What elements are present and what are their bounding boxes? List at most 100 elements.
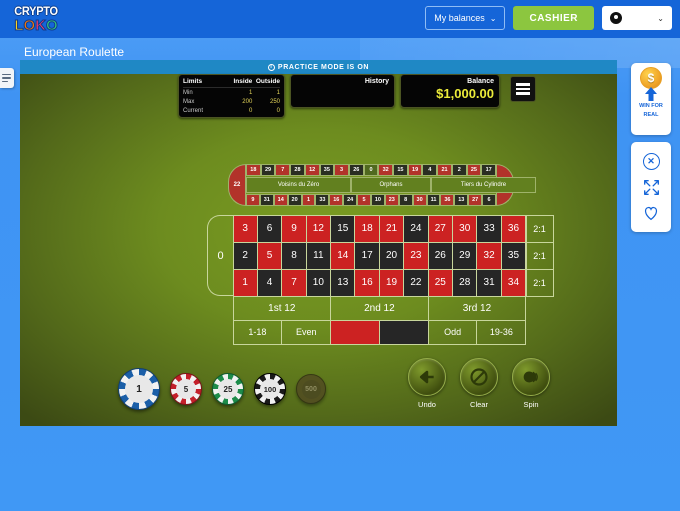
column-bet-3[interactable]: 2:1 — [525, 268, 554, 297]
racetrack-cell-25[interactable]: 25 — [466, 164, 482, 176]
cashier-button[interactable]: CASHIER — [513, 6, 594, 30]
racetrack-cell-b-16[interactable]: 16 — [329, 194, 344, 206]
bet-cell-1[interactable]: 1 — [232, 268, 258, 297]
bet-cell-22[interactable]: 22 — [403, 268, 429, 297]
dozen-bet-1[interactable]: 1st 12 — [232, 295, 332, 321]
clear-action[interactable]: Clear — [460, 358, 498, 409]
chip-value-1[interactable]: 1 — [118, 368, 160, 410]
undo-button[interactable] — [408, 358, 446, 396]
racetrack-cell-b-24[interactable]: 24 — [343, 194, 358, 206]
racetrack-cell-b-6[interactable]: 6 — [482, 194, 496, 206]
outside-bet-black[interactable] — [378, 319, 429, 345]
history-panel[interactable]: History — [290, 74, 395, 108]
bet-cell-9[interactable]: 9 — [281, 214, 307, 243]
favorite-button[interactable] — [641, 203, 661, 223]
clear-button[interactable] — [460, 358, 498, 396]
outside-bet-19-36[interactable]: 19-36 — [476, 319, 527, 345]
fullscreen-button[interactable] — [641, 177, 661, 197]
bet-cell-19[interactable]: 19 — [378, 268, 405, 297]
bet-cell-4[interactable]: 4 — [256, 268, 283, 297]
bet-cell-16[interactable]: 16 — [354, 268, 380, 297]
bet-cell-33[interactable]: 33 — [476, 214, 502, 243]
spin-button[interactable] — [512, 358, 550, 396]
chip-value-25[interactable]: 25 — [212, 373, 244, 405]
outside-bet-even[interactable]: Even — [281, 319, 332, 345]
racetrack-cell-12[interactable]: 12 — [304, 164, 320, 176]
racetrack-cell-b-9[interactable]: 9 — [246, 194, 260, 206]
racetrack-cell-b-23[interactable]: 23 — [384, 194, 399, 206]
bet-cell-14[interactable]: 14 — [330, 241, 356, 270]
chip-value-5[interactable]: 5 — [170, 373, 202, 405]
racetrack-cell-b-13[interactable]: 13 — [454, 194, 469, 206]
racetrack-cell-21[interactable]: 21 — [437, 164, 452, 176]
bet-cell-10[interactable]: 10 — [305, 268, 332, 297]
column-bet-1[interactable]: 2:1 — [525, 214, 554, 243]
bet-cell-13[interactable]: 13 — [330, 268, 356, 297]
outside-bet-red[interactable] — [330, 319, 380, 345]
bet-cell-24[interactable]: 24 — [403, 214, 429, 243]
bet-cell-17[interactable]: 17 — [354, 241, 380, 270]
racetrack-cell-15[interactable]: 15 — [393, 164, 408, 176]
dozen-bet-2[interactable]: 2nd 12 — [330, 295, 429, 321]
bet-cell-2[interactable]: 2 — [232, 241, 258, 270]
racetrack-cell-4[interactable]: 4 — [422, 164, 438, 176]
bet-cell-12[interactable]: 12 — [305, 214, 332, 243]
bet-cell-27[interactable]: 27 — [427, 214, 454, 243]
racetrack-left-number[interactable]: 22 — [228, 164, 246, 206]
undo-action[interactable]: Undo — [408, 358, 446, 409]
outside-bet-odd[interactable]: Odd — [427, 319, 478, 345]
racetrack-cell-35[interactable]: 35 — [319, 164, 335, 176]
racetrack-section-1[interactable]: Voisins du Zéro — [246, 177, 351, 193]
racetrack-cell-17[interactable]: 17 — [481, 164, 496, 176]
bet-cell-8[interactable]: 8 — [281, 241, 307, 270]
sidebar-toggle-flap[interactable] — [0, 68, 14, 88]
column-bet-2[interactable]: 2:1 — [525, 241, 554, 270]
outside-bet-1-18[interactable]: 1-18 — [232, 319, 283, 345]
racetrack-cell-b-27[interactable]: 27 — [468, 194, 483, 206]
bet-cell-31[interactable]: 31 — [476, 268, 502, 297]
bet-cell-18[interactable]: 18 — [354, 214, 380, 243]
racetrack-cell-7[interactable]: 7 — [275, 164, 291, 176]
bet-cell-32[interactable]: 32 — [476, 241, 502, 270]
racetrack-cell-b-10[interactable]: 10 — [371, 194, 385, 206]
racetrack-cell-28[interactable]: 28 — [290, 164, 305, 176]
chip-value-500[interactable]: 500 — [296, 374, 326, 404]
account-menu[interactable]: ⌄ — [602, 6, 672, 30]
bet-cell-11[interactable]: 11 — [305, 241, 332, 270]
racetrack-cell-18[interactable]: 18 — [246, 164, 261, 176]
racetrack-cell-26[interactable]: 26 — [348, 164, 364, 176]
bet-cell-6[interactable]: 6 — [256, 214, 283, 243]
racetrack-cell-b-20[interactable]: 20 — [287, 194, 302, 206]
bet-cell-20[interactable]: 20 — [378, 241, 405, 270]
bet-cell-23[interactable]: 23 — [403, 241, 429, 270]
racetrack-section-3[interactable]: Tiers du Cylindre — [431, 177, 536, 193]
racetrack-cell-29[interactable]: 29 — [260, 164, 276, 176]
racetrack-cell-b-33[interactable]: 33 — [315, 194, 330, 206]
racetrack-cell-b-5[interactable]: 5 — [357, 194, 371, 206]
bet-cell-36[interactable]: 36 — [500, 214, 527, 243]
racetrack-cell-19[interactable]: 19 — [407, 164, 423, 176]
racetrack-cell-b-8[interactable]: 8 — [398, 194, 413, 206]
racetrack-cell-b-14[interactable]: 14 — [273, 194, 288, 206]
bet-cell-26[interactable]: 26 — [427, 241, 454, 270]
spin-action[interactable]: Spin — [512, 358, 550, 409]
bet-cell-35[interactable]: 35 — [500, 241, 527, 270]
bet-cell-15[interactable]: 15 — [330, 214, 356, 243]
win-for-real-promo[interactable]: $ WIN FOR REAL — [631, 63, 671, 135]
bet-cell-25[interactable]: 25 — [427, 268, 454, 297]
bet-cell-34[interactable]: 34 — [500, 268, 527, 297]
bet-cell-28[interactable]: 28 — [452, 268, 478, 297]
bet-cell-zero[interactable]: 0 — [207, 215, 233, 296]
bet-cell-3[interactable]: 3 — [232, 214, 258, 243]
game-menu-button[interactable] — [510, 76, 536, 102]
racetrack-cell-3[interactable]: 3 — [334, 164, 349, 176]
racetrack-cell-b-31[interactable]: 31 — [259, 194, 274, 206]
close-game-button[interactable]: ✕ — [641, 151, 661, 171]
racetrack-cell-b-30[interactable]: 30 — [412, 194, 427, 206]
bet-cell-21[interactable]: 21 — [378, 214, 405, 243]
bet-cell-30[interactable]: 30 — [452, 214, 478, 243]
racetrack-cell-0[interactable]: 0 — [363, 164, 379, 176]
racetrack-cell-b-11[interactable]: 11 — [426, 194, 441, 206]
racetrack-cell-32[interactable]: 32 — [378, 164, 394, 176]
racetrack-cell-2[interactable]: 2 — [451, 164, 467, 176]
